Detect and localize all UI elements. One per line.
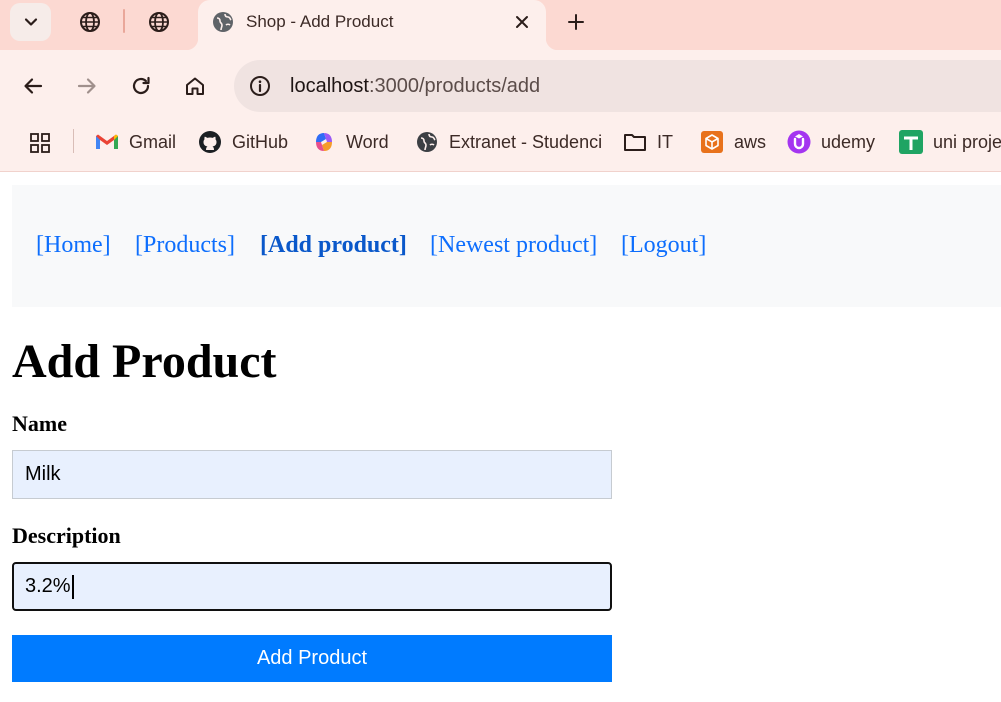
- back-button[interactable]: [17, 70, 49, 102]
- browser-toolbar: localhost:3000/products/add: [0, 50, 1001, 122]
- tab-title: Shop - Add Product: [246, 12, 394, 31]
- apps-grid-icon: [30, 133, 50, 153]
- pinned-tab-1[interactable]: [74, 6, 106, 38]
- info-icon: [250, 76, 270, 96]
- reload-icon: [132, 76, 150, 95]
- sheets-icon: [899, 130, 923, 154]
- bookmark-separator: [73, 129, 74, 153]
- nav-link-home[interactable]: [Home]: [36, 232, 111, 259]
- github-icon: [198, 130, 222, 154]
- name-label: Name: [12, 411, 67, 436]
- nav-link-logout[interactable]: [Logout]: [621, 232, 706, 259]
- bookmark-aws[interactable]: aws: [700, 128, 766, 156]
- text-caret: [71, 574, 74, 599]
- name-field[interactable]: Milk: [12, 450, 612, 499]
- description-field-value: 3.2%: [25, 575, 71, 597]
- url-text: localhost:3000/products/add: [290, 75, 540, 98]
- bookmark-udemy[interactable]: udemy: [787, 128, 875, 156]
- bookmark-it-folder[interactable]: IT: [623, 128, 673, 156]
- arrow-right-icon: [77, 78, 96, 94]
- site-info-button[interactable]: [244, 70, 276, 102]
- address-bar[interactable]: localhost:3000/products/add: [234, 60, 1001, 112]
- globe-icon: [80, 12, 100, 32]
- tab-search-button[interactable]: [10, 3, 51, 41]
- new-tab-button[interactable]: [561, 8, 591, 36]
- page-title: Add Product: [12, 335, 277, 388]
- tab-strip: Shop - Add Product: [0, 0, 1001, 50]
- bookmark-github[interactable]: GitHub: [198, 128, 288, 156]
- bookmark-label: GitHub: [232, 131, 289, 152]
- nav-link-products[interactable]: [Products]: [135, 232, 235, 259]
- bookmark-label: Extranet - Studenci: [449, 131, 603, 152]
- globe-icon: [212, 11, 234, 33]
- description-label: Description: [12, 523, 121, 548]
- bookmark-label: uni proje: [933, 131, 1001, 152]
- bookmark-label: udemy: [821, 131, 876, 152]
- url-host: localhost: [290, 75, 369, 97]
- copilot-icon: [312, 130, 336, 154]
- close-tab-button[interactable]: [510, 10, 534, 34]
- bookmark-gmail[interactable]: Gmail: [95, 128, 176, 156]
- site-nav: [Home] [Products] [Add product] [Newest …: [12, 185, 1001, 307]
- pinned-tab-2[interactable]: [143, 6, 175, 38]
- tab-separator: [123, 9, 125, 33]
- globe-icon: [149, 12, 169, 32]
- reload-button[interactable]: [125, 70, 157, 102]
- gmail-icon: [95, 130, 119, 154]
- globe-icon: [415, 130, 439, 154]
- description-field[interactable]: 3.2%: [12, 562, 612, 611]
- bookmark-label: Word: [346, 131, 389, 152]
- aws-icon: [700, 130, 724, 154]
- plus-icon: [568, 14, 584, 30]
- bookmarks-bar: Gmail GitHub Word Extranet - Studenci IT…: [0, 122, 1001, 172]
- chevron-down-icon: [24, 18, 37, 26]
- bookmark-word[interactable]: Word: [312, 128, 389, 156]
- nav-link-add-product[interactable]: [Add product]: [260, 232, 407, 259]
- arrow-left-icon: [24, 78, 43, 94]
- url-path: :3000/products/add: [368, 75, 541, 97]
- nav-link-newest-product[interactable]: [Newest product]: [430, 232, 597, 259]
- bookmark-uni-project[interactable]: uni proje: [899, 128, 1001, 156]
- home-icon: [186, 77, 204, 95]
- udemy-icon: [787, 130, 811, 154]
- bookmark-extranet[interactable]: Extranet - Studenci: [415, 128, 602, 156]
- home-button[interactable]: [179, 70, 211, 102]
- bookmark-label: Gmail: [129, 131, 177, 152]
- active-tab[interactable]: Shop - Add Product: [186, 0, 558, 50]
- add-product-button[interactable]: Add Product: [12, 635, 612, 682]
- apps-button[interactable]: [26, 129, 54, 157]
- close-icon: [516, 16, 528, 28]
- folder-icon: [623, 130, 647, 154]
- bookmark-label: IT: [657, 131, 673, 152]
- name-field-value: Milk: [25, 463, 61, 485]
- forward-button[interactable]: [71, 70, 103, 102]
- bookmark-label: aws: [734, 131, 767, 152]
